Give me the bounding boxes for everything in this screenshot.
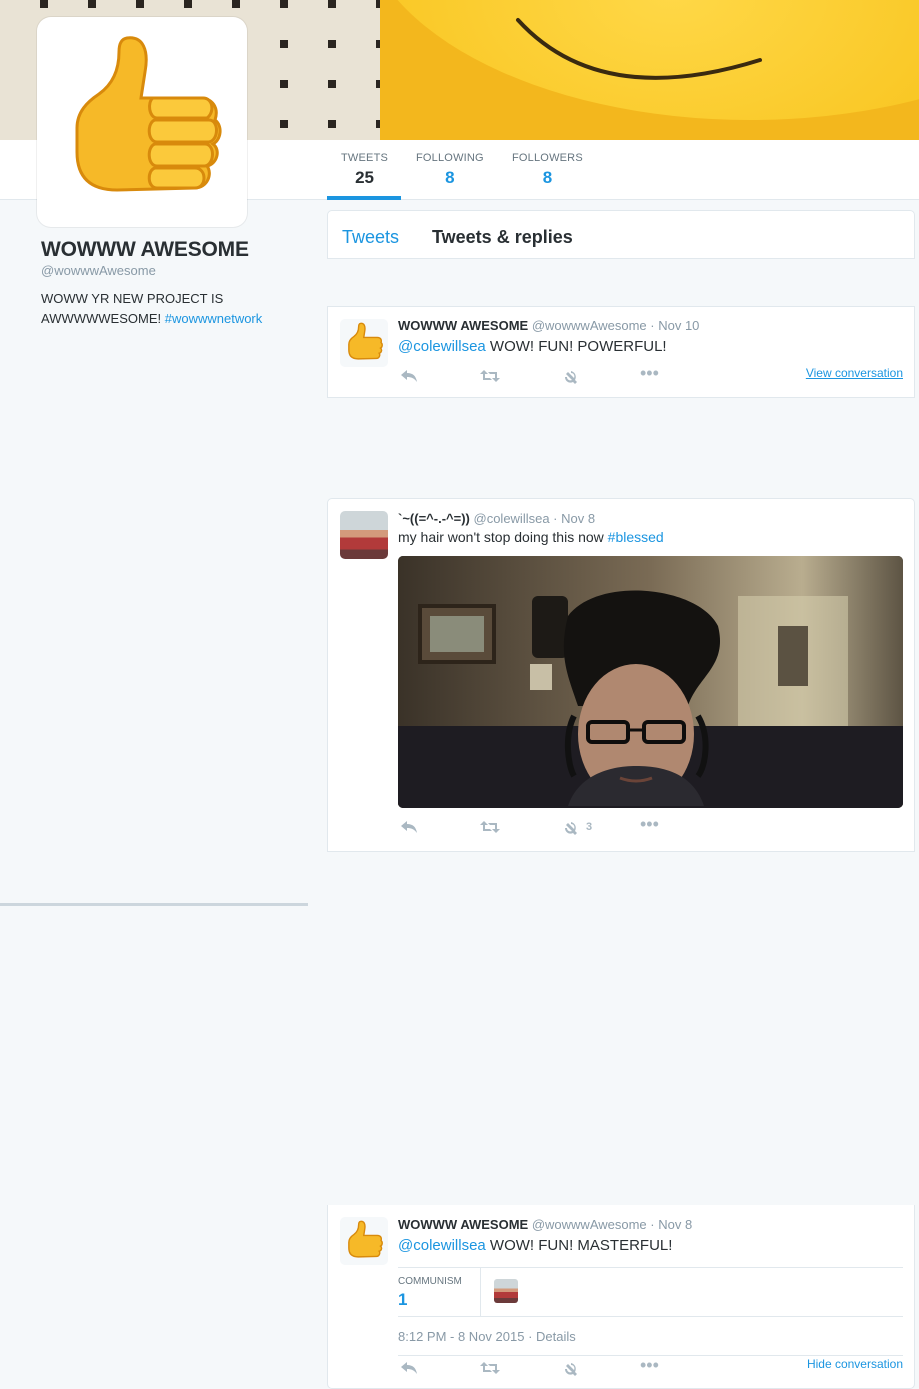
more-icon[interactable]: ••• xyxy=(640,1355,659,1376)
tweet-card[interactable]: `~((=^-.-^=)) @colewillsea · Nov 8 my ha… xyxy=(327,498,915,852)
hammer-sickle-icon[interactable] xyxy=(562,369,578,385)
thumbs-up-icon xyxy=(75,36,222,192)
timeline: Tweets Tweets & replies WOWWW AWESOME @w… xyxy=(327,210,915,1389)
tweet-avatar[interactable] xyxy=(340,319,388,367)
stat-value[interactable]: 1 xyxy=(398,1290,407,1310)
tweet-author-name[interactable]: `~((=^-.-^=)) xyxy=(398,511,470,526)
stat-label: TWEETS xyxy=(341,152,389,164)
timestamp-text: 8:12 PM - 8 Nov 2015 xyxy=(398,1329,525,1344)
more-icon[interactable]: ••• xyxy=(640,363,659,384)
mention-link[interactable]: @colewillsea xyxy=(398,1237,486,1254)
thumbs-up-icon xyxy=(348,322,383,360)
reply-icon[interactable] xyxy=(400,820,418,834)
more-icon[interactable]: ••• xyxy=(640,814,659,835)
tweet-actions: 3 ••• xyxy=(398,814,908,840)
tweet-card[interactable]: WOWWW AWESOME @wowwwAwesome · Nov 10 @co… xyxy=(327,306,915,398)
thumbs-up-icon xyxy=(348,1220,383,1258)
details-link[interactable]: · Details xyxy=(524,1329,576,1344)
stat-value: 25 xyxy=(355,168,374,187)
profile-handle[interactable]: @wowwwAwesome xyxy=(41,263,156,278)
tweet-meta[interactable]: @wowwwAwesome · Nov 10 xyxy=(532,318,700,333)
hide-conversation-link[interactable]: Hide conversation xyxy=(807,1357,903,1371)
active-stat-underline xyxy=(327,196,401,200)
stat-tweets[interactable]: TWEETS 25 xyxy=(341,152,388,188)
tweet-text: @colewillsea WOW! FUN! POWERFUL! xyxy=(398,338,667,355)
tweet-timestamp: 8:12 PM - 8 Nov 2015 · Details xyxy=(398,1329,576,1344)
stat-value: 8 xyxy=(445,168,455,187)
tweet-text: @colewillsea WOW! FUN! MASTERFUL! xyxy=(398,1237,672,1254)
tweet-body: WOW! FUN! MASTERFUL! xyxy=(485,1237,673,1254)
tweet-avatar[interactable] xyxy=(340,1217,388,1265)
mention-link[interactable]: @colewillsea xyxy=(398,338,486,355)
stat-label: COMMUNISM xyxy=(398,1276,462,1287)
tweet-header: WOWWW AWESOME @wowwwAwesome · Nov 10 xyxy=(398,318,699,333)
timeline-tabs: Tweets Tweets & replies xyxy=(327,210,915,259)
retweet-icon[interactable] xyxy=(480,1361,500,1375)
tweet-stats: COMMUNISM 1 xyxy=(398,1267,903,1317)
view-conversation-link[interactable]: View conversation xyxy=(806,366,903,380)
tweet-meta[interactable]: @colewillsea · Nov 8 xyxy=(474,511,596,526)
stat-value: 8 xyxy=(542,168,553,187)
profile-name[interactable]: WOWWW AWESOME xyxy=(41,238,249,262)
retweet-icon[interactable] xyxy=(480,369,500,383)
tweet-body: my hair won't stop doing this now xyxy=(398,529,608,545)
tweet-text: my hair won't stop doing this now #bless… xyxy=(398,529,664,545)
tweet-header: WOWWW AWESOME @wowwwAwesome · Nov 8 xyxy=(398,1217,692,1232)
stat-label: FOLLOWING xyxy=(416,152,484,164)
tab-tweets[interactable]: Tweets xyxy=(342,227,399,248)
stat-label: FOLLOWERS xyxy=(512,152,583,164)
tweet-body: WOW! FUN! POWERFUL! xyxy=(485,338,667,355)
like-count: 3 xyxy=(586,821,593,833)
tweet-author-name[interactable]: WOWWW AWESOME xyxy=(398,318,528,333)
liker-avatar[interactable] xyxy=(494,1279,518,1303)
tweet-avatar[interactable] xyxy=(340,511,388,559)
stat-following[interactable]: FOLLOWING 8 xyxy=(416,152,484,188)
tweet-meta[interactable]: @wowwwAwesome · Nov 8 xyxy=(532,1217,692,1232)
profile-bio: WOWW YR NEW PROJECT IS AWWWWWESOME! #wow… xyxy=(41,289,301,329)
hammer-sickle-icon[interactable] xyxy=(562,1361,578,1377)
stat-followers[interactable]: FOLLOWERS 8 xyxy=(512,152,583,188)
selfie-photo xyxy=(398,556,903,808)
stats-divider xyxy=(480,1268,481,1316)
tweet-author-name[interactable]: WOWWW AWESOME xyxy=(398,1217,528,1232)
tweet-photo[interactable] xyxy=(398,556,903,808)
profile-avatar[interactable] xyxy=(37,17,247,227)
reply-icon[interactable] xyxy=(400,1361,418,1375)
reply-icon[interactable] xyxy=(400,369,418,383)
bio-hashtag-link[interactable]: #wowwwnetwork xyxy=(165,311,263,326)
hammer-sickle-icon[interactable] xyxy=(562,820,578,836)
tab-tweets-replies[interactable]: Tweets & replies xyxy=(432,227,573,248)
retweet-icon[interactable] xyxy=(480,820,500,834)
hashtag-link[interactable]: #blessed xyxy=(608,529,664,545)
tweet-header: `~((=^-.-^=)) @colewillsea · Nov 8 xyxy=(398,511,595,526)
tweet-card-expanded[interactable]: WOWWW AWESOME @wowwwAwesome · Nov 8 @col… xyxy=(327,1205,915,1389)
